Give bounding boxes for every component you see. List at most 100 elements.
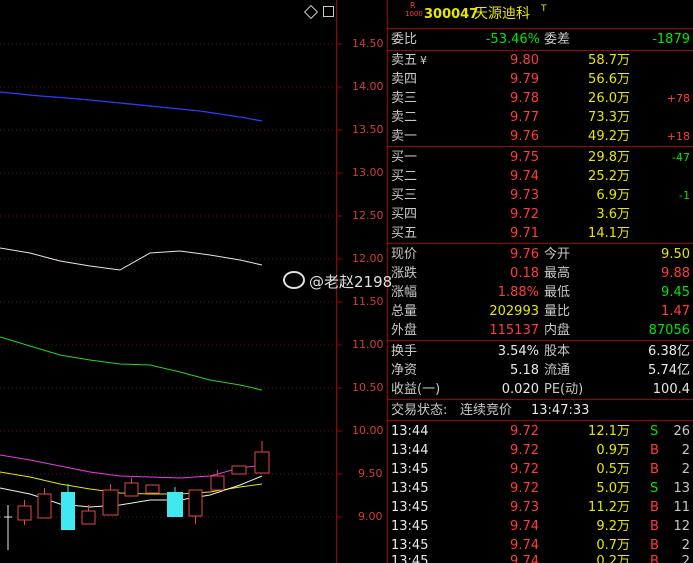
- level-label: 卖四: [391, 72, 418, 87]
- tick-count: 2: [681, 554, 690, 563]
- buy-level-1[interactable]: 买一 9.75 29.8 万 -47: [388, 148, 693, 167]
- tick-side: B: [650, 554, 659, 563]
- quote-row-pct: 涨幅 1.88% 最低 9.45: [388, 283, 693, 302]
- trading-status-label: 交易状态:: [391, 403, 448, 418]
- level-unit: 万: [617, 72, 631, 87]
- net-assets-label: 净资: [391, 363, 418, 378]
- level-unit: 万: [617, 91, 631, 106]
- tick-label: 12.50: [352, 209, 384, 222]
- watermark: @老赵2198: [283, 271, 392, 292]
- level-label: 卖二: [391, 110, 418, 125]
- low-label: 最低: [544, 285, 571, 300]
- level-unit: 万: [617, 53, 631, 68]
- weicha-value: -1879: [652, 32, 690, 47]
- change-label: 涨跌: [391, 266, 418, 281]
- level-price: 9.72: [510, 207, 539, 222]
- current-price-label: 现价: [391, 247, 418, 262]
- quote-row-price: 现价 9.76 今开 9.50: [388, 245, 693, 264]
- tick-price: 9.72: [510, 462, 539, 477]
- buy-level-4[interactable]: 买四 9.72 3.6 万: [388, 205, 693, 224]
- volume-ratio-value: 1.47: [661, 304, 690, 319]
- weibi-label: 委比: [391, 32, 418, 47]
- tick-count: 2: [681, 443, 690, 458]
- open-value: 9.50: [661, 247, 690, 262]
- trading-status-value: 连续竞价: [460, 403, 513, 418]
- tick-unit: 万: [617, 500, 631, 515]
- tick-price: 9.73: [510, 500, 539, 515]
- candles: [4, 441, 270, 550]
- level-unit: 万: [617, 169, 631, 184]
- buy-level-5[interactable]: 买五 9.71 14.1 万: [388, 224, 693, 243]
- tick-count: 13: [673, 481, 690, 496]
- tick-time: 13:45: [391, 519, 429, 534]
- level-price: 9.71: [510, 226, 539, 241]
- sell-level-4[interactable]: 卖四 9.79 56.6 万: [388, 70, 693, 89]
- level-volume: 25.2: [588, 169, 617, 184]
- level-unit: 万: [617, 150, 631, 165]
- window-button-icon[interactable]: [323, 6, 334, 17]
- tick-label: 9.00: [358, 510, 383, 523]
- share-capital-value: 6.38亿: [648, 344, 690, 359]
- tick-time: 13:44: [391, 443, 429, 458]
- low-value: 9.45: [661, 285, 690, 300]
- tick-row: 13:44 9.72 0.9 万 B 2: [388, 441, 693, 460]
- tick-time: 13:45: [391, 500, 429, 515]
- tick-label: 14.00: [352, 80, 384, 93]
- sell-level-1[interactable]: 卖一 9.76 49.2 万 +18: [388, 127, 693, 146]
- quote-panel: R 1000 300047 天源迪科 T 委比 -53.46% 委差 -1879…: [388, 0, 693, 563]
- level-price: 9.75: [510, 150, 539, 165]
- change-value: 0.18: [510, 266, 539, 281]
- tick-row: 13:45 9.72 0.5 万 B 2: [388, 460, 693, 479]
- ma-line-blue: [0, 91, 263, 122]
- tick-unit: 万: [617, 519, 631, 534]
- turnover-value: 3.54%: [497, 344, 539, 359]
- volume-value: 202993: [489, 304, 539, 319]
- stock-flag: T: [541, 4, 547, 14]
- tick-label: 13.00: [352, 166, 384, 179]
- stats-row-turnover: 换手 3.54% 股本 6.38亿: [388, 342, 693, 361]
- tick-row: 13:45 9.72 5.0 万 S 13: [388, 479, 693, 498]
- tick-time: 13:45: [391, 481, 429, 496]
- tick-count: 2: [681, 462, 690, 477]
- level-volume: 14.1: [588, 226, 617, 241]
- divider: [388, 243, 693, 244]
- eps-label: 收益(一): [391, 382, 441, 397]
- sell-level-3[interactable]: 卖三 9.78 26.0 万 +78: [388, 89, 693, 108]
- sell-level-2[interactable]: 卖二 9.77 73.3 万: [388, 108, 693, 127]
- level-label: 买五: [391, 226, 418, 241]
- level-label: 买二: [391, 169, 418, 184]
- level-price: 9.74: [510, 169, 539, 184]
- share-capital-label: 股本: [544, 344, 571, 359]
- stock-code: 300047: [424, 7, 479, 22]
- high-value: 9.88: [661, 266, 690, 281]
- tick-label: 10.00: [352, 424, 384, 437]
- level-change: -47: [672, 151, 690, 164]
- level-volume: 29.8: [588, 150, 617, 165]
- level-price: 9.73: [510, 188, 539, 203]
- ma-line-green: [0, 336, 263, 391]
- quote-row-change: 涨跌 0.18 最高 9.88: [388, 264, 693, 283]
- buy-level-3[interactable]: 买三 9.73 6.9 万 -1: [388, 186, 693, 205]
- level-label: 买四: [391, 207, 418, 222]
- change-pct-label: 涨幅: [391, 285, 418, 300]
- float-value: 5.74亿: [648, 363, 690, 378]
- high-label: 最高: [544, 266, 571, 281]
- pe-value: 100.4: [652, 382, 690, 397]
- inner-value: 87056: [648, 323, 690, 338]
- tick-unit: 万: [617, 424, 631, 439]
- level-price: 9.77: [510, 110, 539, 125]
- level-mark: ¥: [420, 54, 427, 67]
- sell-level-5[interactable]: 卖五 ¥ 9.80 58.7 万: [388, 51, 693, 70]
- level-price: 9.76: [510, 129, 539, 144]
- level-price: 9.80: [510, 53, 539, 68]
- turnover-label: 换手: [391, 344, 418, 359]
- divider: [388, 420, 693, 421]
- level-change: +18: [666, 130, 690, 143]
- tick-unit: 万: [617, 554, 631, 563]
- tick-label: 11.50: [352, 295, 384, 308]
- tick-price: 9.74: [510, 519, 539, 534]
- buy-level-2[interactable]: 买二 9.74 25.2 万: [388, 167, 693, 186]
- tick-volume: 9.2: [596, 519, 617, 534]
- stock-header[interactable]: R 1000 300047 天源迪科 T: [388, 1, 693, 27]
- tick-label: 14.50: [352, 37, 384, 50]
